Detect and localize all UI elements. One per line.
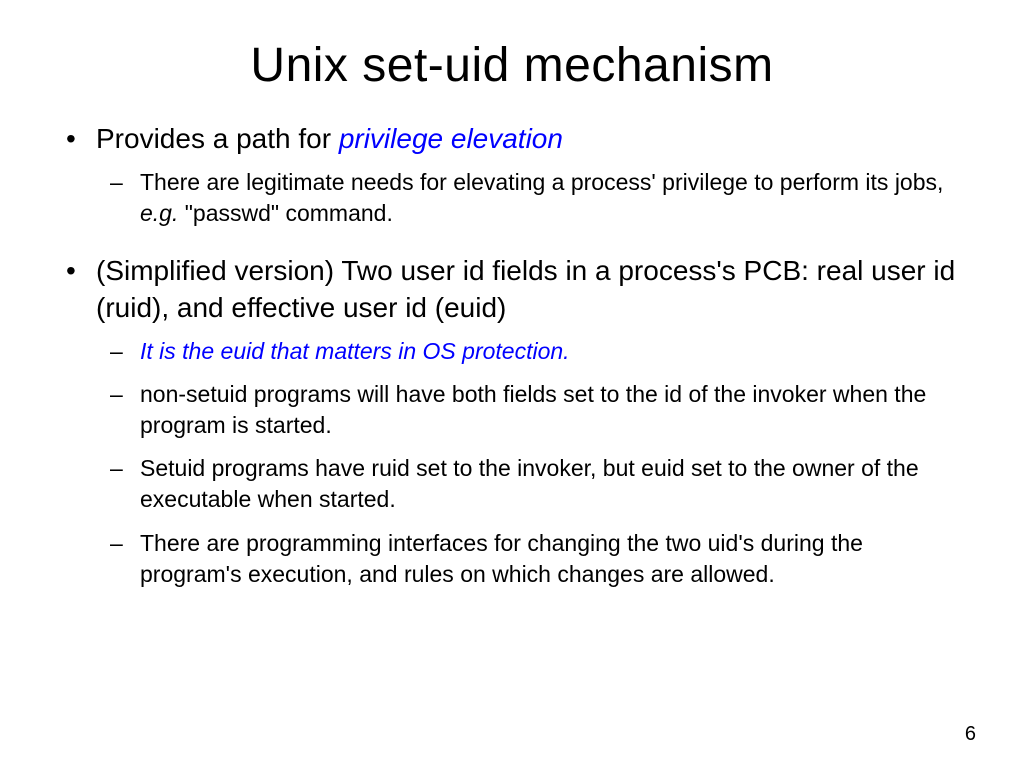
bullet-2-sub-2: non-setuid programs will have both field… [96,379,964,441]
bullet-list-level1: Provides a path for privilege elevation … [60,121,964,590]
bullet-2-sub-1: It is the euid that matters in OS protec… [96,336,964,367]
bullet-2-sub-4: There are programming interfaces for cha… [96,528,964,590]
bullet-1-text-before: Provides a path for [96,123,339,154]
slide: Unix set-uid mechanism Provides a path f… [0,0,1024,768]
bullet-1-sub-1: There are legitimate needs for elevating… [96,167,964,229]
bullet-2-sublist: It is the euid that matters in OS protec… [96,336,964,589]
bullet-item-1: Provides a path for privilege elevation … [60,121,964,229]
bullet-1-sublist: There are legitimate needs for elevating… [96,167,964,229]
bullet-2-sub-3: Setuid programs have ruid set to the inv… [96,453,964,515]
page-number: 6 [965,723,976,746]
bullet-1-highlight: privilege elevation [339,123,563,154]
bullet-item-2: (Simplified version) Two user id fields … [60,253,964,589]
slide-title: Unix set-uid mechanism [60,38,964,93]
bullet-2-text-before: (Simplified version) Two user id fields … [96,255,716,286]
